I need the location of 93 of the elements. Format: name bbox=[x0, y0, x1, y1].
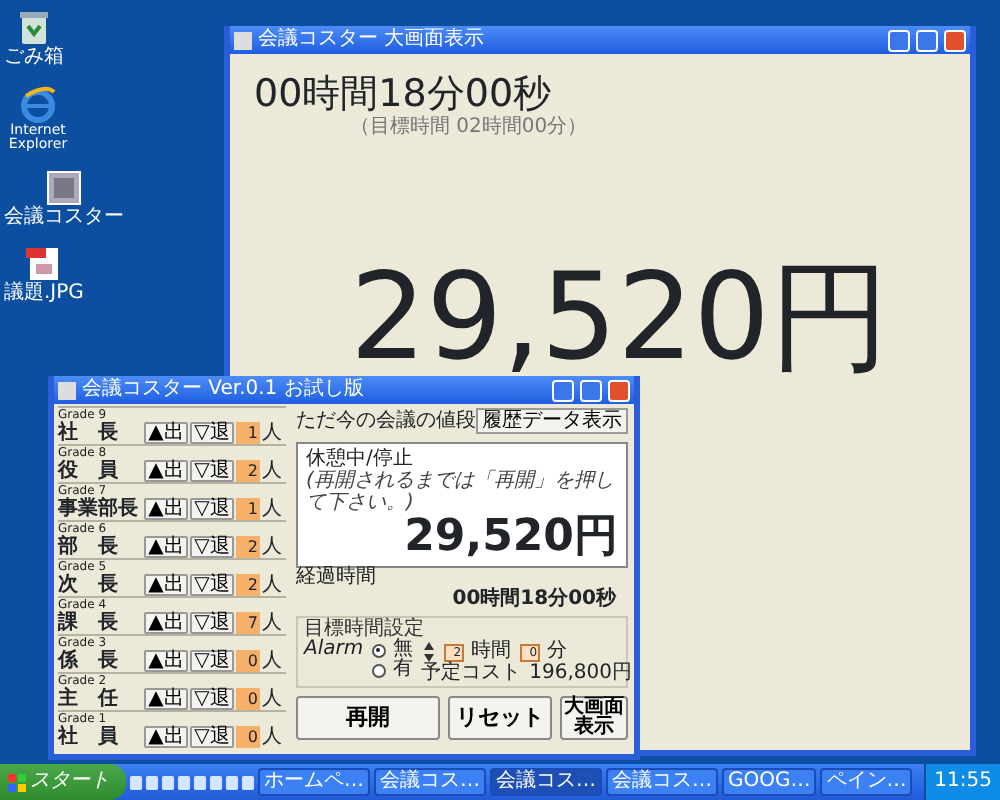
position-name: 次 長 bbox=[58, 574, 120, 596]
position-name: 課 長 bbox=[58, 612, 120, 634]
trash-icon[interactable] bbox=[14, 8, 54, 48]
radio-label: 無 bbox=[393, 640, 414, 661]
count-field[interactable]: 0 bbox=[236, 726, 260, 748]
increase-button[interactable]: ▲出 bbox=[144, 498, 188, 520]
taskbar-button[interactable]: 会議コス… bbox=[606, 768, 718, 796]
unit-label: 人 bbox=[262, 422, 282, 444]
unit-label: 人 bbox=[262, 460, 282, 482]
increase-button[interactable]: ▲出 bbox=[144, 650, 188, 672]
position-name: 主 任 bbox=[58, 688, 120, 710]
status-text: 休憩中/停止 bbox=[306, 448, 415, 470]
radio-label: 有 bbox=[393, 660, 414, 681]
elapsed-time: 00時間18分00秒 bbox=[450, 588, 619, 613]
decrease-button[interactable]: ▽退 bbox=[190, 612, 234, 634]
application-icon[interactable] bbox=[44, 168, 84, 208]
increase-button[interactable]: ▲出 bbox=[144, 574, 188, 596]
position-name: 社 員 bbox=[58, 726, 120, 748]
spin-button[interactable] bbox=[421, 640, 436, 665]
minimize-button[interactable] bbox=[888, 29, 910, 51]
increase-button[interactable]: ▲出 bbox=[144, 726, 188, 748]
unit-label: 人 bbox=[262, 612, 282, 634]
app-icon[interactable] bbox=[58, 381, 76, 399]
count-field[interactable]: 1 bbox=[236, 498, 260, 520]
history-button[interactable]: 履歴データ表示 bbox=[476, 408, 628, 434]
start-button[interactable]: スタート bbox=[0, 764, 126, 800]
decrease-button[interactable]: ▽退 bbox=[190, 574, 234, 596]
count-field[interactable]: 0 bbox=[236, 650, 260, 672]
increase-button[interactable]: ▲出 bbox=[144, 612, 188, 634]
minimize-button[interactable] bbox=[552, 379, 574, 401]
unit-label: 人 bbox=[262, 498, 282, 520]
close-button[interactable] bbox=[608, 379, 630, 401]
app-icon[interactable] bbox=[234, 31, 252, 49]
taskbar-button[interactable]: 会議コス… bbox=[490, 768, 602, 796]
increase-button[interactable]: ▲出 bbox=[144, 688, 188, 710]
increase-button[interactable]: ▲出 bbox=[144, 422, 188, 444]
position-name: 事業部長 bbox=[58, 498, 140, 520]
unit-label: 分 bbox=[547, 642, 568, 663]
action-button[interactable]: 再開 bbox=[296, 696, 440, 741]
decrease-button[interactable]: ▽退 bbox=[190, 536, 234, 558]
browser-icon[interactable] bbox=[18, 84, 58, 124]
cost-display: 29,520円 bbox=[402, 514, 618, 563]
count-field[interactable]: 2 bbox=[236, 536, 260, 558]
action-button[interactable]: 大画面表示 bbox=[560, 696, 628, 741]
icon-label[interactable]: ごみ箱 bbox=[4, 48, 64, 68]
count-field[interactable]: 0 bbox=[236, 688, 260, 710]
image-file-icon[interactable] bbox=[23, 244, 64, 284]
unit-label: 人 bbox=[262, 574, 282, 596]
alarm-label: Alarm bbox=[304, 640, 364, 661]
unit-label: 人 bbox=[262, 650, 282, 672]
count-field[interactable]: 2 bbox=[236, 460, 260, 482]
increase-button[interactable]: ▲出 bbox=[144, 536, 188, 558]
section-label: 経過時間 bbox=[296, 568, 378, 589]
maximize-button[interactable] bbox=[580, 379, 602, 401]
unit-label: 人 bbox=[262, 536, 282, 558]
unit-label: 人 bbox=[262, 688, 282, 710]
position-name: 社 長 bbox=[58, 422, 120, 444]
unit-label: 人 bbox=[262, 726, 282, 748]
hint-text: (再開されるまでは「再開」を押して下さい。) bbox=[306, 470, 616, 514]
taskbar-button[interactable]: 会議コス… bbox=[374, 768, 486, 796]
position-name: 部 長 bbox=[58, 536, 120, 558]
position-name: 係 長 bbox=[58, 650, 120, 672]
radio-button[interactable] bbox=[371, 663, 386, 678]
decrease-button[interactable]: ▽退 bbox=[190, 422, 234, 444]
clock: 11:55 bbox=[924, 764, 1000, 800]
elapsed-time: 00時間18分00秒 bbox=[254, 74, 554, 116]
cost-display: 29,520円 bbox=[350, 258, 892, 379]
target-time: （目標時間 02時間00分） bbox=[350, 115, 590, 139]
section-label: ただ今の会議の値段 bbox=[296, 409, 476, 433]
increase-button[interactable]: ▲出 bbox=[144, 460, 188, 482]
decrease-button[interactable]: ▽退 bbox=[190, 650, 234, 672]
windows-logo-icon[interactable] bbox=[8, 773, 26, 791]
icon-label[interactable]: 議題.JPG bbox=[4, 284, 84, 304]
position-name: 役 員 bbox=[58, 460, 120, 482]
taskbar-button[interactable]: GOOG… bbox=[722, 768, 817, 796]
count-field[interactable]: 2 bbox=[236, 574, 260, 596]
count-field[interactable]: 7 bbox=[236, 612, 260, 634]
taskbar-button[interactable]: ペイン… bbox=[820, 768, 913, 796]
action-button[interactable]: リセット bbox=[448, 696, 552, 741]
radio-button[interactable] bbox=[371, 643, 386, 658]
group-label: 目標時間設定 bbox=[304, 620, 426, 641]
taskbar-button[interactable]: ホームペ… bbox=[258, 768, 370, 796]
decrease-button[interactable]: ▽退 bbox=[190, 460, 234, 482]
decrease-button[interactable]: ▽退 bbox=[190, 726, 234, 748]
maximize-button[interactable] bbox=[916, 29, 938, 51]
unit-label: 時間 bbox=[471, 642, 512, 663]
decrease-button[interactable]: ▽退 bbox=[190, 498, 234, 520]
icon-label[interactable]: 会議コスター bbox=[4, 208, 124, 228]
close-button[interactable] bbox=[944, 29, 966, 51]
planned-cost-label: 予定コスト bbox=[421, 664, 522, 685]
planned-cost: 196,800円 bbox=[529, 664, 632, 685]
decrease-button[interactable]: ▽退 bbox=[190, 688, 234, 710]
count-field[interactable]: 1 bbox=[236, 422, 260, 444]
